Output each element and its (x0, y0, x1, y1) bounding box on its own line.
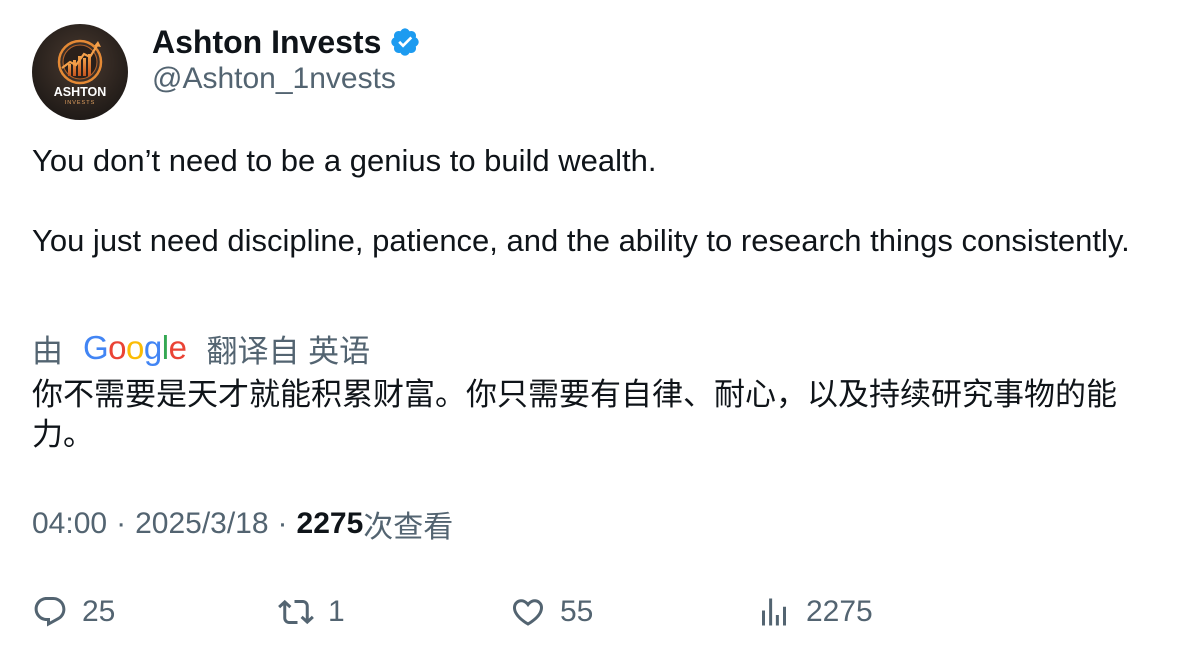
tweet-paragraph: You don’t need to be a genius to build w… (32, 143, 657, 178)
action-bar: 25 1 55 2275 (32, 590, 1172, 634)
translated-text: 你不需要是天才就能积累财富。你只需要有自律、耐心，以及持续研究事物的能力。 (32, 377, 1117, 452)
heart-icon (512, 599, 544, 626)
author-handle[interactable]: @Ashton_1nvests (152, 62, 396, 96)
reply-count: 25 (82, 595, 116, 628)
tweet-date[interactable]: 2025/3/18 (135, 507, 268, 541)
verified-badge-icon[interactable] (389, 26, 421, 58)
google-logo: Google (83, 329, 187, 366)
views-label: 次查看 (363, 511, 454, 544)
tweet-time[interactable]: 04:00 (32, 507, 107, 541)
avatar-brand-text: ASHTON (54, 85, 107, 99)
tweet-paragraph: You just need discipline, patience, and … (32, 223, 1130, 258)
reply-button[interactable]: 25 (32, 590, 115, 634)
retweet-count: 1 (328, 595, 345, 628)
views-button[interactable]: 2275 (756, 590, 873, 634)
meta-separator: · (116, 507, 127, 540)
tweet-text: You don’t need to be a genius to build w… (32, 141, 1172, 261)
retweet-button[interactable]: 1 (278, 590, 345, 634)
translation-prefix: 由 (32, 333, 63, 369)
translation-attribution[interactable]: 由 Google 翻译自 英语 (32, 326, 370, 370)
ashton-invests-logo-icon: ASHTON INVESTS (32, 24, 128, 120)
like-button[interactable]: 55 (510, 590, 593, 634)
display-name[interactable]: Ashton Invests (152, 24, 381, 61)
avatar[interactable]: ASHTON INVESTS (32, 24, 128, 120)
tweet-meta: 04:00 · 2025/3/18 · 2275 次查看 (32, 504, 453, 544)
views-count: 2275 (296, 507, 364, 540)
meta-separator: · (277, 507, 288, 540)
analytics-icon (762, 598, 786, 626)
translation-source-label: 翻译自 英语 (206, 333, 371, 369)
reply-icon (34, 597, 66, 627)
retweet-icon (278, 599, 314, 625)
author-name-row: Ashton Invests (152, 22, 421, 62)
views-action-count: 2275 (806, 595, 873, 628)
avatar-sub-text: INVESTS (65, 100, 96, 106)
like-count: 55 (560, 595, 594, 628)
